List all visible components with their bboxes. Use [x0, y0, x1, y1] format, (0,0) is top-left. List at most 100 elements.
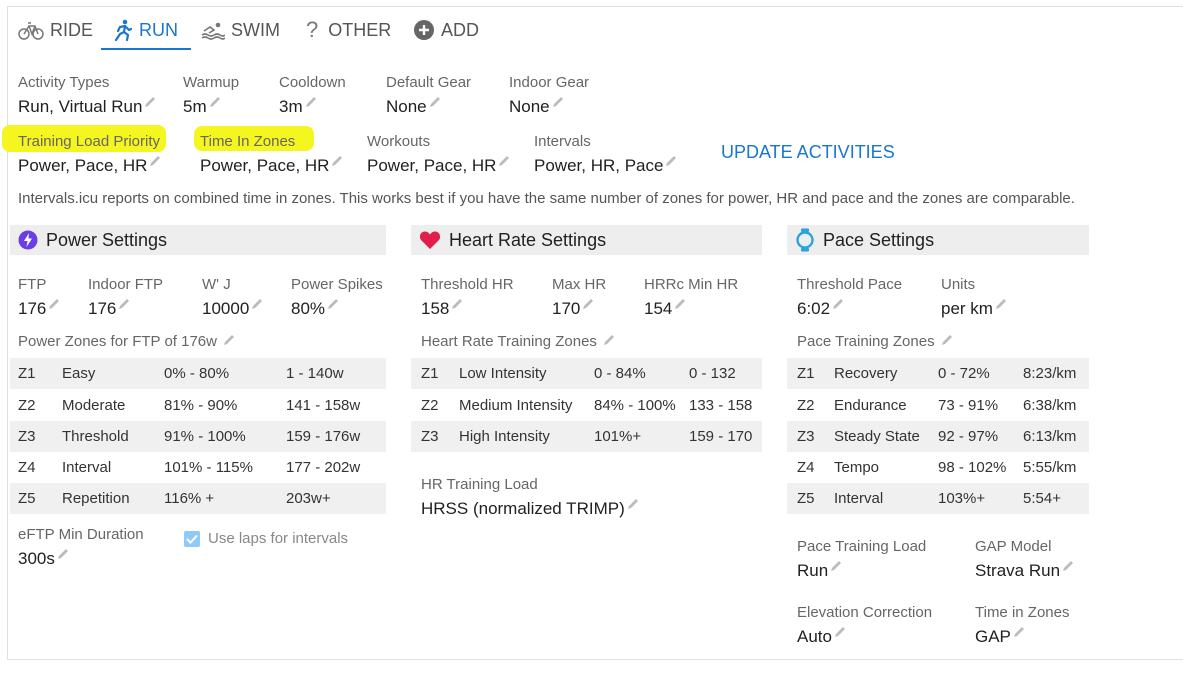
pace-zone-row: Z1 Recovery 0 - 72% 8:23/km [787, 358, 1089, 389]
threshold-hr-field[interactable]: Threshold HR 158 [421, 276, 514, 320]
zone-id: Z4 [18, 459, 36, 476]
pace-time-in-zones-field[interactable]: Time in Zones GAP [975, 604, 1069, 648]
pencil-icon[interactable] [995, 294, 1007, 316]
activity-types-field[interactable]: Activity Types Run, Virtual Run [18, 74, 156, 118]
pencil-icon[interactable] [429, 92, 441, 114]
pencil-icon[interactable] [582, 294, 594, 316]
workouts-field[interactable]: Workouts Power, Pace, HR [367, 133, 510, 177]
power-zone-row: Z3 Threshold 91% - 100% 159 - 176w [10, 421, 386, 452]
indoor-ftp-value: 176 [88, 299, 117, 318]
pencil-icon[interactable] [603, 333, 615, 350]
zone-range: 159 - 176w [286, 428, 361, 445]
activity-types-label: Activity Types [18, 74, 110, 91]
zone-percent: 0% - 80% [164, 365, 230, 382]
zone-range: 6:38/km [1023, 397, 1077, 414]
training-load-priority-label: Training Load Priority [18, 133, 161, 150]
zone-range: 6:13/km [1023, 428, 1077, 445]
pace-training-load-field[interactable]: Pace Training Load Run [797, 538, 926, 582]
pencil-icon[interactable] [223, 333, 235, 350]
pencil-icon[interactable] [552, 92, 564, 114]
pencil-icon[interactable] [1062, 556, 1074, 578]
zone-percent: 84% - 100% [594, 397, 676, 414]
pencil-icon[interactable] [832, 294, 844, 316]
zone-percent: 0 - 72% [938, 365, 990, 382]
pencil-icon[interactable] [627, 494, 639, 516]
hr-settings-header: Heart Rate Settings [411, 225, 762, 255]
pace-training-load-label: Pace Training Load [797, 538, 927, 555]
zone-range: 8:23/km [1023, 365, 1077, 382]
pencil-icon[interactable] [118, 294, 130, 316]
cooldown-field[interactable]: Cooldown 3m [279, 74, 346, 118]
power-zone-row: Z5 Repetition 116% + 203w+ [10, 483, 386, 514]
pencil-icon[interactable] [665, 151, 677, 173]
indoor-ftp-field[interactable]: Indoor FTP 176 [88, 276, 163, 320]
pencil-icon[interactable] [251, 294, 263, 316]
power-zones-title[interactable]: Power Zones for FTP of 176w [18, 333, 235, 350]
threshold-pace-field[interactable]: Threshold Pace 6:02 [797, 276, 902, 320]
intervals-label: Intervals [534, 133, 591, 150]
default-gear-value: None [386, 97, 427, 116]
pencil-icon[interactable] [149, 151, 161, 173]
pencil-icon[interactable] [331, 151, 343, 173]
default-gear-field[interactable]: Default Gear None [386, 74, 471, 118]
wj-field[interactable]: W' J 10000 [202, 276, 263, 320]
pace-zones-title[interactable]: Pace Training Zones [797, 333, 953, 350]
training-load-priority-field[interactable]: Training Load Priority Power, Pace, HR [18, 133, 161, 177]
indoor-gear-field[interactable]: Indoor Gear None [509, 74, 589, 118]
power-settings-header: Power Settings [10, 225, 386, 255]
tab-other[interactable]: ? OTHER [306, 10, 391, 50]
pencil-icon[interactable] [48, 294, 60, 316]
tab-ride[interactable]: RIDE [18, 10, 93, 50]
pencil-icon[interactable] [209, 92, 221, 114]
warmup-field[interactable]: Warmup 5m [183, 74, 239, 118]
eftp-min-duration-field[interactable]: eFTP Min Duration 300s [18, 526, 144, 570]
tab-run-label: RUN [139, 19, 178, 40]
pencil-icon[interactable] [1013, 622, 1025, 644]
tab-run[interactable]: RUN [113, 10, 178, 50]
hr-settings-title: Heart Rate Settings [449, 229, 607, 250]
pencil-icon[interactable] [674, 294, 686, 316]
hr-training-load-label: HR Training Load [421, 476, 538, 493]
pencil-icon[interactable] [498, 151, 510, 173]
pace-time-in-zones-value: GAP [975, 627, 1011, 646]
gap-model-field[interactable]: GAP Model Strava Run [975, 538, 1074, 582]
pencil-icon[interactable] [834, 622, 846, 644]
pencil-icon[interactable] [144, 92, 156, 114]
pace-zone-row: Z2 Endurance 73 - 91% 6:38/km [787, 390, 1089, 421]
hr-zones-title[interactable]: Heart Rate Training Zones [421, 333, 615, 350]
ftp-field[interactable]: FTP 176 [18, 276, 60, 320]
pencil-icon[interactable] [941, 333, 953, 350]
time-in-zones-value: Power, Pace, HR [200, 156, 330, 175]
tab-other-label: OTHER [328, 19, 392, 40]
zone-id: Z2 [18, 397, 36, 414]
update-activities-button[interactable]: UPDATE ACTIVITIES [721, 141, 895, 163]
elevation-correction-field[interactable]: Elevation Correction Auto [797, 604, 932, 648]
hr-training-load-field[interactable]: HR Training Load HRSS (normalized TRIMP) [421, 476, 639, 520]
zone-name: Recovery [834, 365, 898, 382]
pencil-icon[interactable] [305, 92, 317, 114]
pencil-icon[interactable] [830, 556, 842, 578]
max-hr-field[interactable]: Max HR 170 [552, 276, 606, 320]
cooldown-value: 3m [279, 97, 303, 116]
threshold-hr-value: 158 [421, 299, 450, 318]
time-in-zones-field[interactable]: Time In Zones Power, Pace, HR [200, 133, 343, 177]
power-spikes-field[interactable]: Power Spikes 80% [291, 276, 383, 320]
zone-id: Z3 [797, 428, 815, 445]
checkbox-checked-icon[interactable] [184, 530, 200, 547]
pace-units-field[interactable]: Units per km [941, 276, 1007, 320]
use-laps-checkbox[interactable]: Use laps for intervals [184, 530, 348, 547]
active-tab-indicator [101, 48, 191, 50]
workouts-value: Power, Pace, HR [367, 156, 497, 175]
zone-range: 5:54+ [1023, 490, 1061, 507]
hrrc-min-hr-field[interactable]: HRRc Min HR 154 [644, 276, 738, 320]
zone-id: Z1 [421, 365, 439, 382]
zone-percent: 81% - 90% [164, 397, 238, 414]
pencil-icon[interactable] [57, 544, 69, 566]
intervals-field[interactable]: Intervals Power, HR, Pace [534, 133, 677, 177]
zone-range: 5:55/km [1023, 459, 1077, 476]
tab-add[interactable]: ADD [413, 10, 479, 50]
zone-percent: 101%+ [594, 428, 642, 445]
pencil-icon[interactable] [451, 294, 463, 316]
pencil-icon[interactable] [327, 294, 339, 316]
tab-swim[interactable]: SWIM [201, 10, 280, 50]
